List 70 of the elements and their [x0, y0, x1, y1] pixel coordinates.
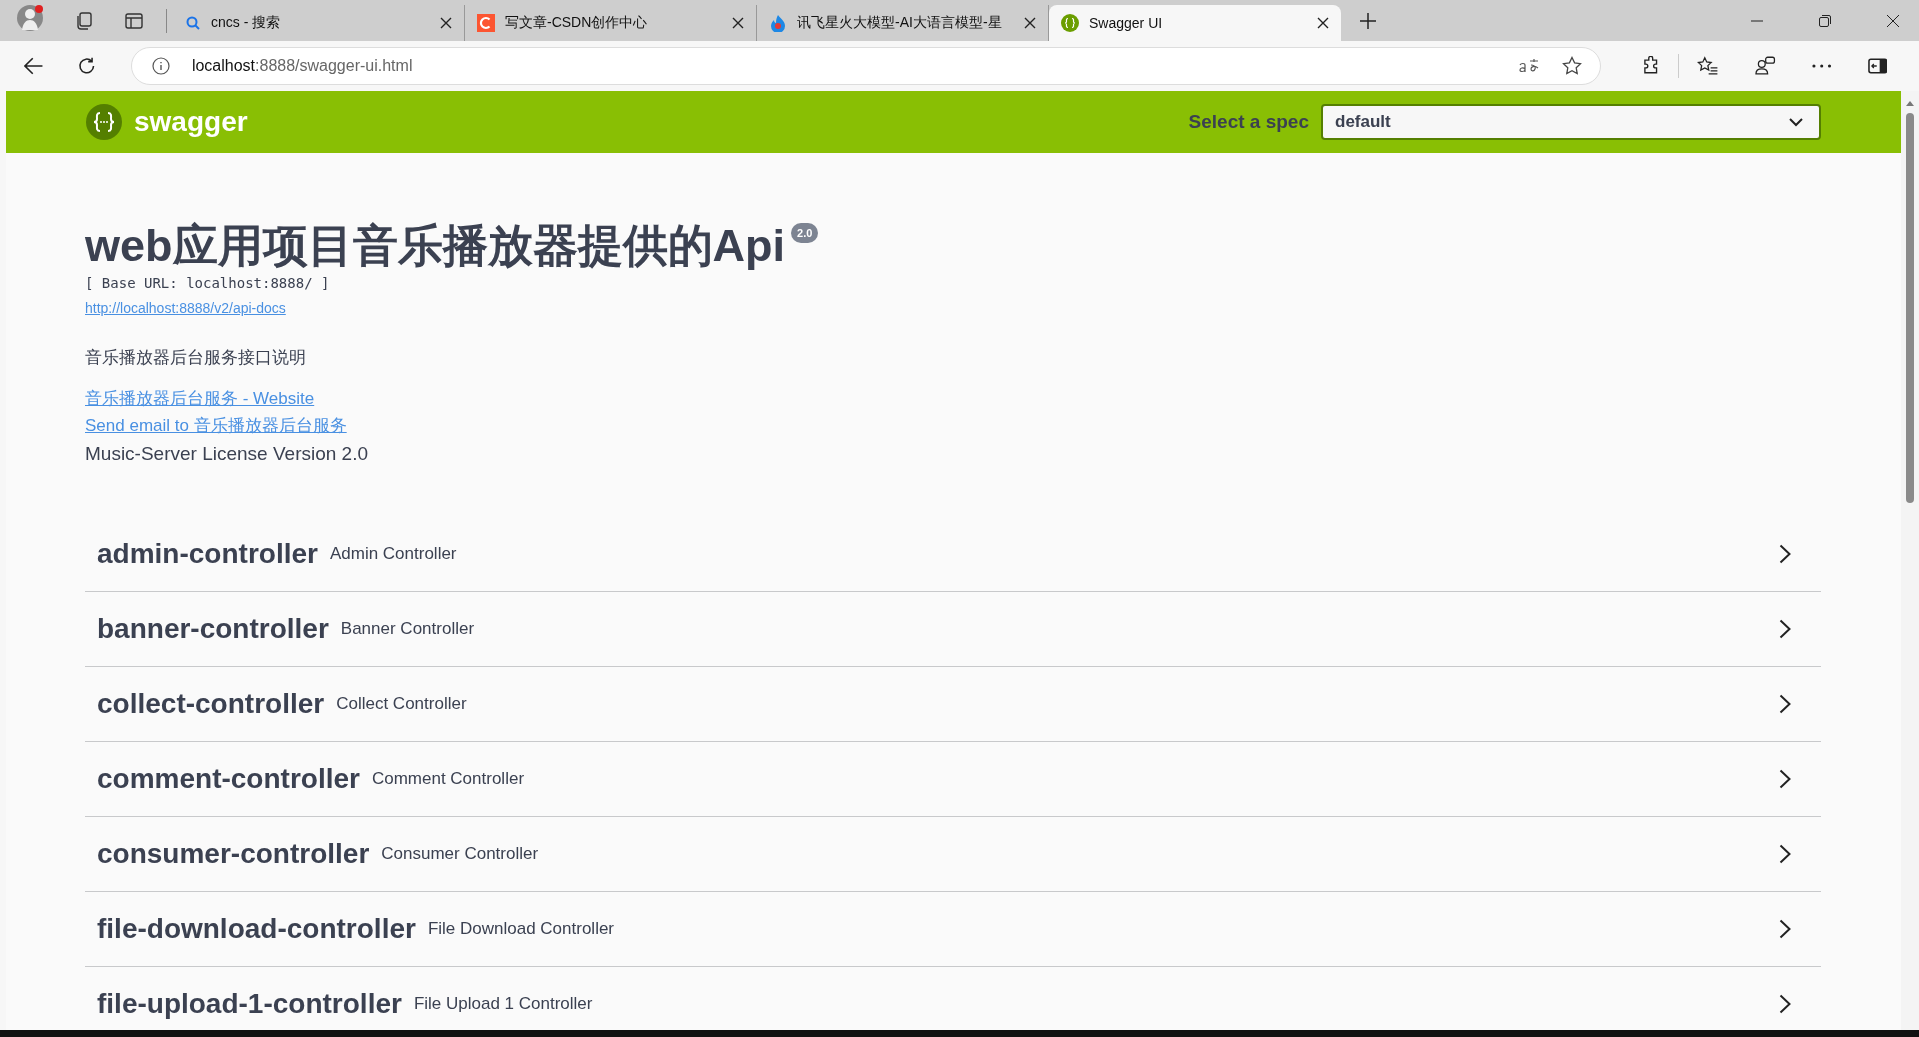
controller-section[interactable]: file-download-controller File Download Controller [85, 892, 1821, 967]
close-window-icon[interactable] [1887, 14, 1899, 27]
controller-section[interactable]: admin-controller Admin Controller [85, 517, 1821, 592]
controller-description: Consumer Controller [381, 844, 539, 864]
controller-description: Banner Controller [340, 619, 475, 639]
chevron-down-icon [1789, 117, 1803, 127]
reload-icon[interactable] [77, 56, 97, 76]
url-text: localhost:8888/swagger-ui.html [191, 57, 413, 75]
tab-title: 写文章-CSDN创作中心 [505, 14, 649, 32]
info-icon[interactable] [151, 57, 170, 75]
tab-title: 讯飞星火大模型-AI大语言模型-星 [797, 14, 1003, 32]
controller-description: Collect Controller [336, 694, 467, 714]
close-icon[interactable] [1024, 17, 1036, 29]
api-title: web应用项目音乐播放器提供的Api [85, 219, 785, 273]
scrollbar-thumb[interactable] [1906, 113, 1914, 503]
controller-section[interactable]: consumer-controller Consumer Controller [85, 817, 1821, 892]
controller-description: File Download Controller [427, 919, 615, 939]
vertical-tabs-icon[interactable] [124, 10, 144, 31]
base-url: [ Base URL: localhost:8888/ ] [85, 275, 330, 291]
tab-title: cncs - 搜索 [211, 14, 282, 32]
chevron-icon[interactable] [1779, 694, 1791, 714]
controller-section[interactable]: banner-controller Banner Controller [85, 592, 1821, 667]
collections-icon[interactable] [74, 10, 94, 31]
browser-tab[interactable]: Swagger UI [1049, 5, 1341, 41]
license-text: Music-Server License Version 2.0 [85, 443, 368, 465]
controller-description: Admin Controller [329, 544, 457, 564]
controller-name: consumer-controller [97, 838, 370, 870]
controller-description: File Upload 1 Controller [413, 994, 593, 1014]
search-icon [185, 15, 201, 31]
controller-section[interactable]: collect-controller Collect Controller [85, 667, 1821, 742]
sidebar-icon[interactable] [1867, 58, 1888, 74]
chevron-icon[interactable] [1779, 919, 1791, 939]
spec-dropdown[interactable]: default [1321, 104, 1821, 140]
csdn-logo-icon [477, 14, 495, 32]
chevron-icon[interactable] [1779, 619, 1791, 639]
close-icon[interactable] [1317, 17, 1329, 29]
address-bar[interactable]: localhost:8888/swagger-ui.html [130, 47, 1601, 85]
scroll-up-icon[interactable] [1905, 99, 1915, 107]
controller-name: file-download-controller [97, 913, 416, 945]
star-icon[interactable] [1562, 56, 1582, 76]
api-description: 音乐播放器后台服务接口说明 [85, 347, 306, 369]
new-tab-icon[interactable] [1359, 11, 1377, 30]
spec-label: Select a spec [1188, 111, 1309, 133]
close-icon[interactable] [440, 17, 452, 29]
people-icon[interactable] [1754, 56, 1777, 76]
chevron-icon[interactable] [1779, 994, 1791, 1014]
back-arrow-icon[interactable] [24, 57, 44, 75]
chevron-icon[interactable] [1779, 544, 1791, 564]
controller-name: file-upload-1-controller [97, 988, 402, 1020]
logo-text: swagger [134, 106, 248, 138]
chevron-icon[interactable] [1779, 769, 1791, 789]
braces-logo-icon [86, 104, 122, 140]
close-icon[interactable] [732, 17, 744, 29]
version-badge: 2.0 [791, 223, 819, 243]
controller-description: Comment Controller [371, 769, 525, 789]
more-icon[interactable] [1812, 64, 1832, 68]
controller-name: admin-controller [97, 538, 318, 570]
favorites-icon[interactable] [1697, 56, 1719, 76]
controller-name: banner-controller [97, 613, 329, 645]
tab-title: Swagger UI [1089, 15, 1164, 31]
controller-section[interactable]: file-upload-1-controller File Upload 1 Controller [85, 967, 1821, 1030]
controller-name: collect-controller [97, 688, 325, 720]
restore-icon[interactable] [1819, 14, 1831, 27]
chevron-icon[interactable] [1779, 844, 1791, 864]
profile-avatar[interactable] [16, 3, 44, 32]
braces-logo-icon [1061, 14, 1079, 32]
translate-icon[interactable] [1518, 57, 1540, 75]
controller-section[interactable]: comment-controller Comment Controller [85, 742, 1821, 817]
flame-icon [769, 14, 787, 32]
controller-name: comment-controller [97, 763, 360, 795]
